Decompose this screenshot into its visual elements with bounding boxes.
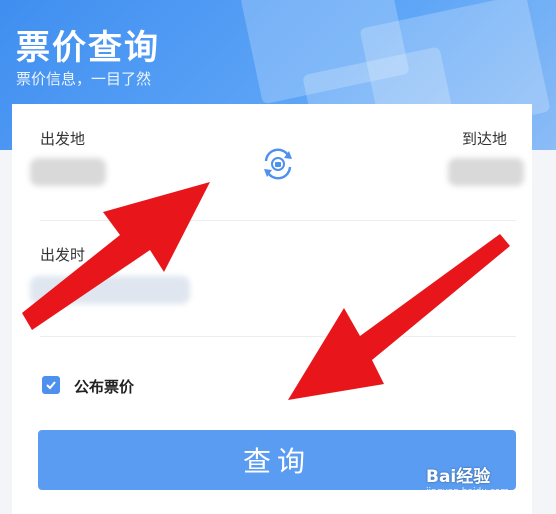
publish-fare-checkbox[interactable] [42, 376, 60, 394]
page-subtitle: 票价信息，一目了然 [16, 70, 152, 88]
swap-stations-icon [264, 148, 292, 180]
watermark-sub: jingyan.baidu.com [426, 487, 510, 497]
arrival-label: 到达地 [462, 130, 508, 148]
page-title: 票价查询 [16, 28, 160, 68]
baidu-jingyan-watermark: Bai经验 jingyan.baidu.com [426, 462, 509, 497]
divider [40, 336, 516, 337]
departure-station-field[interactable] [30, 158, 106, 186]
divider [40, 220, 516, 221]
publish-fare-label[interactable]: 公布票价 [74, 376, 134, 397]
checkmark-icon [46, 381, 56, 390]
departure-date-field[interactable] [30, 276, 190, 304]
watermark-main: Bai经验 [426, 467, 491, 487]
arrival-station-field[interactable] [448, 158, 524, 186]
swap-stations-button[interactable] [258, 144, 298, 184]
departure-date-label: 出发时 [40, 246, 86, 264]
departure-label: 出发地 [40, 130, 86, 148]
